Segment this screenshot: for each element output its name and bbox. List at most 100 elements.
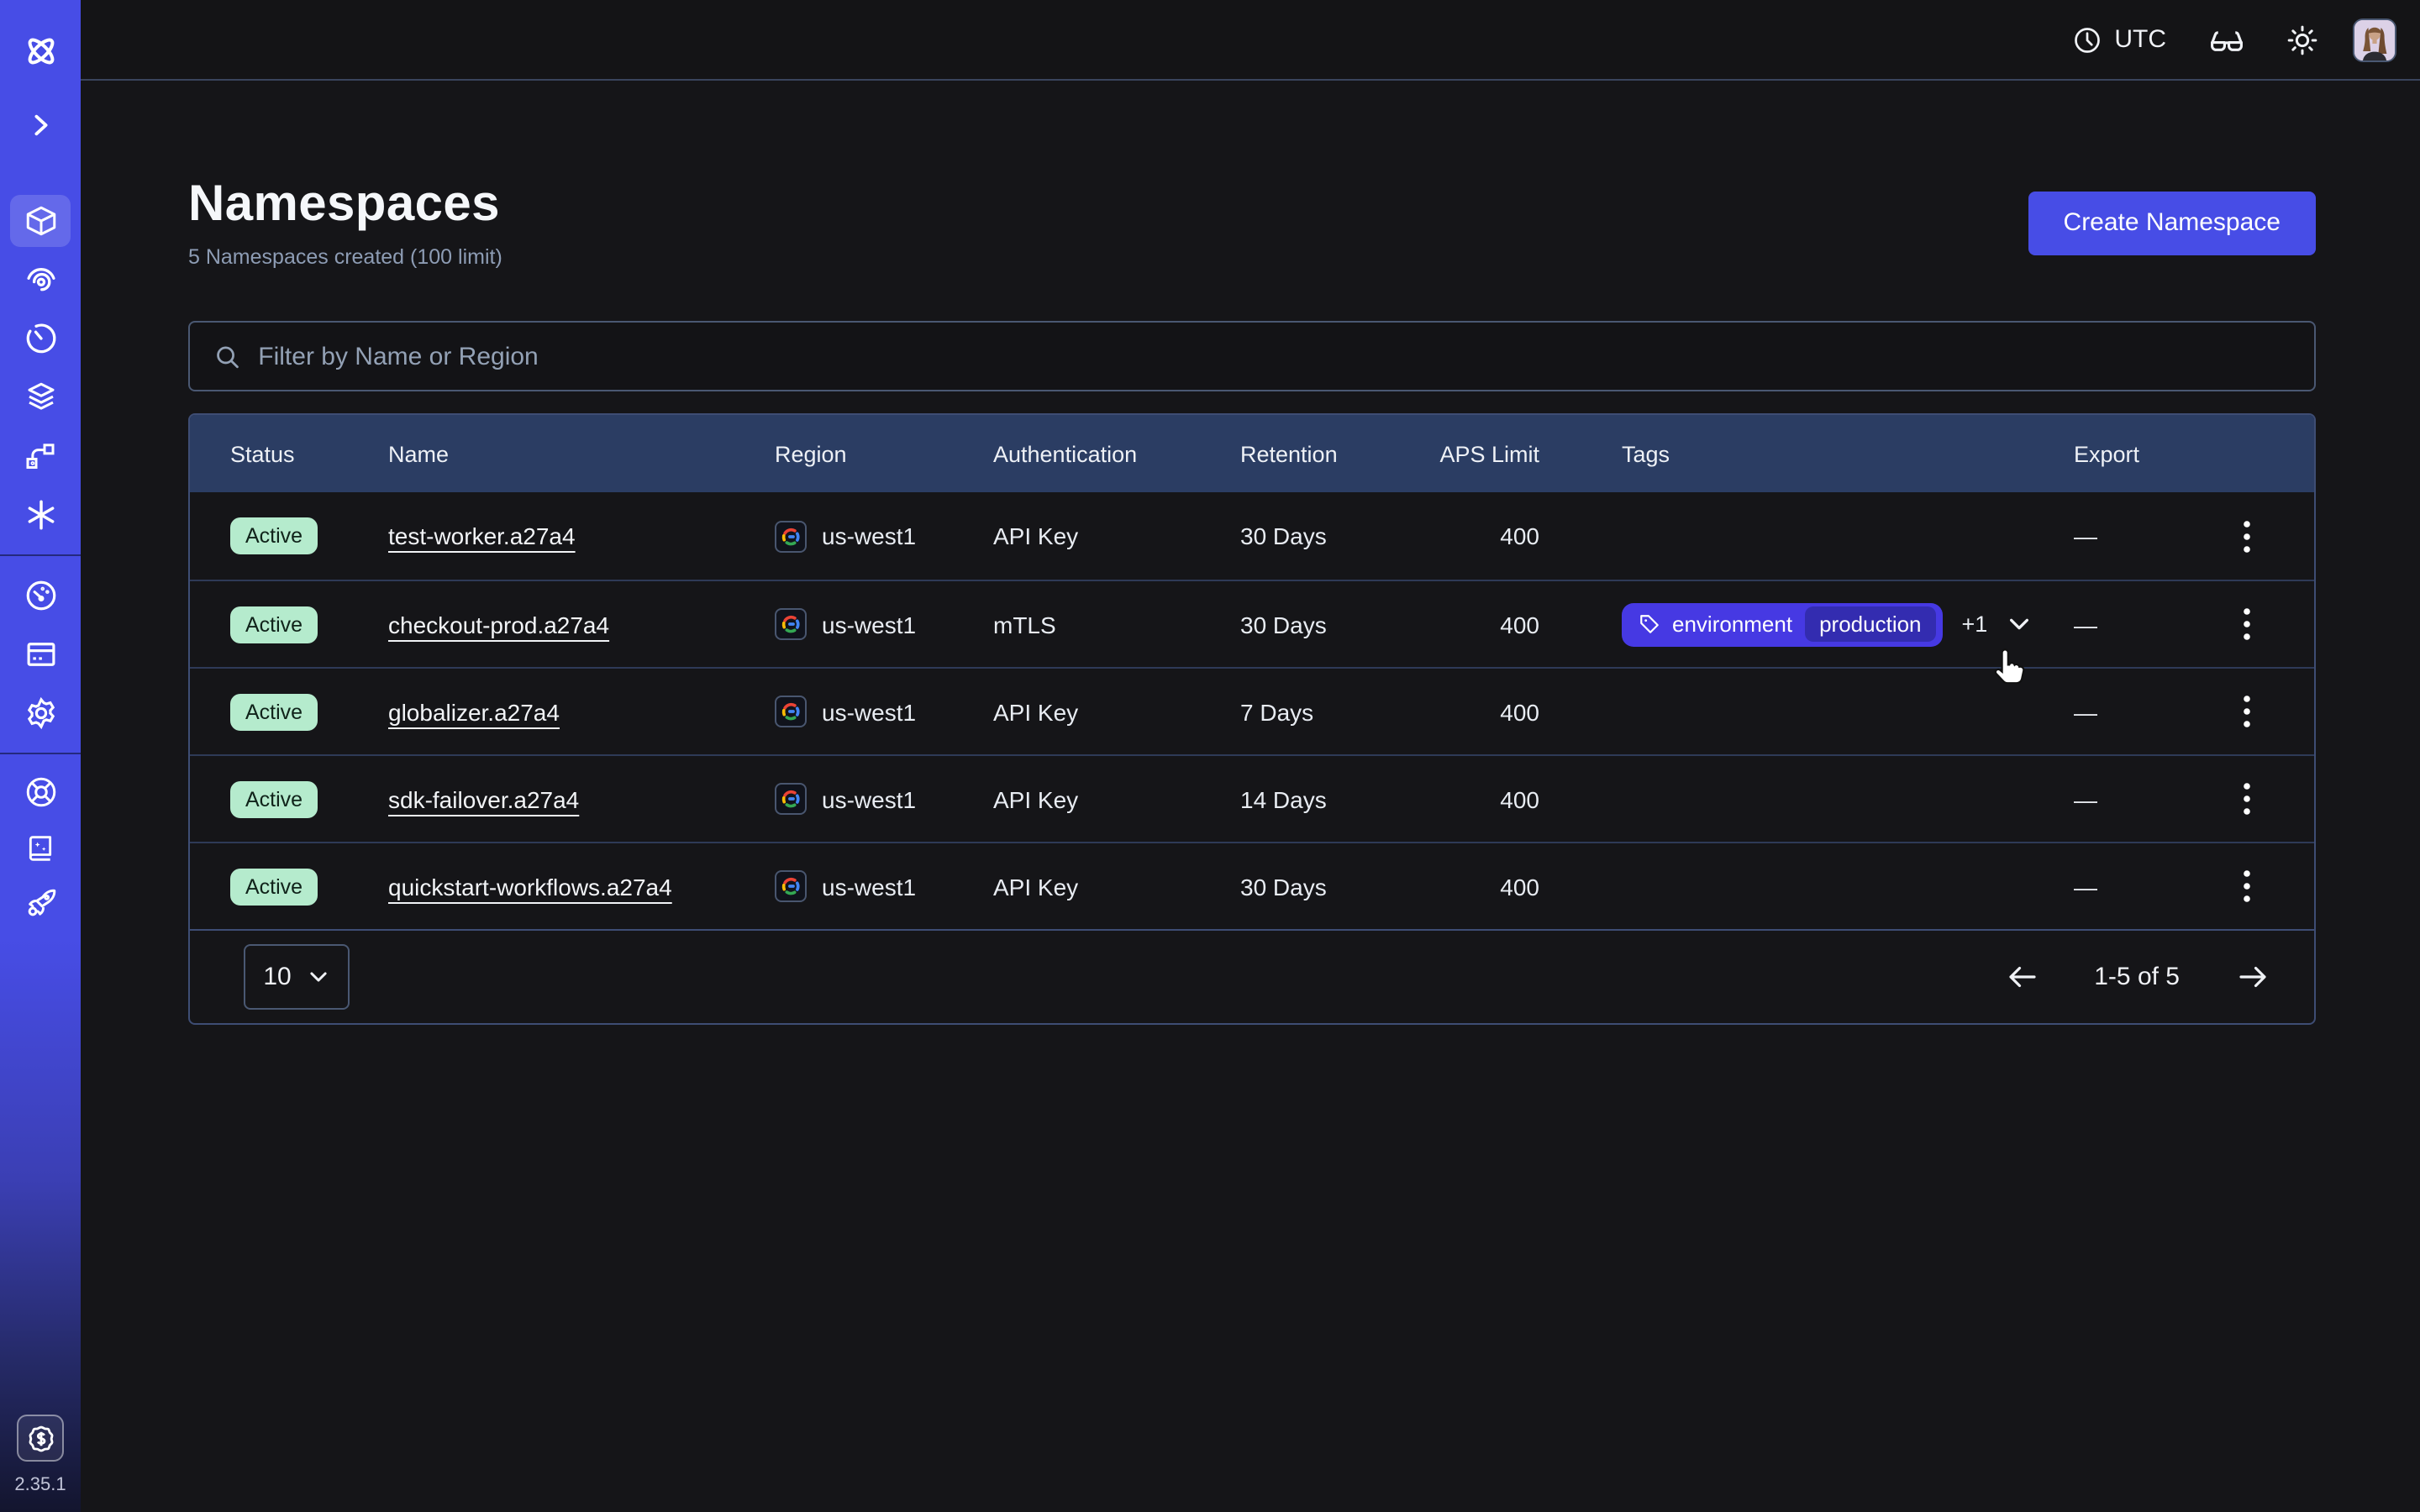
region-cell: us-west1 — [775, 608, 993, 640]
page-size-select[interactable]: 10 — [244, 944, 350, 1010]
sidebar-item-support[interactable] — [0, 764, 81, 820]
previous-page-button[interactable] — [2000, 955, 2044, 999]
page-subtitle: 5 Namespaces created (100 limit) — [188, 245, 502, 269]
export-cell: — — [2074, 688, 2274, 735]
sidebar-item-docs[interactable] — [0, 820, 81, 875]
credits-button[interactable] — [17, 1415, 64, 1462]
export-cell: — — [2074, 512, 2274, 559]
app-window: 2.35.1 UTC — [0, 0, 2420, 1512]
tag-key: environment — [1672, 612, 1792, 637]
pagination-range: 1-5 of 5 — [2094, 963, 2180, 991]
tag-value: production — [1804, 606, 1936, 642]
appearance-button[interactable] — [2202, 14, 2252, 65]
table-row: Active test-worker.a27a4 us-west1 API Ke… — [190, 492, 2314, 580]
col-region: Region — [775, 441, 993, 466]
page-size-value: 10 — [263, 963, 291, 991]
sidebar-divider — [0, 753, 81, 754]
theme-toggle-button[interactable] — [2277, 14, 2328, 65]
row-menu-button[interactable] — [2227, 512, 2267, 559]
namespace-link[interactable]: test-worker.a27a4 — [388, 522, 576, 549]
tags-expand-chevron-icon[interactable] — [2006, 612, 2031, 637]
namespaces-table: Status Name Region Authentication Retent… — [188, 413, 2316, 1025]
name-cell: test-worker.a27a4 — [388, 522, 775, 549]
row-menu-button[interactable] — [2227, 775, 2267, 822]
arrow-right-icon — [2234, 959, 2270, 995]
export-value: — — [2074, 873, 2097, 900]
asterisk-icon — [23, 497, 58, 533]
filter-input[interactable] — [258, 342, 2291, 370]
status-badge: Active — [230, 606, 318, 643]
temporal-logo-icon — [21, 32, 60, 71]
table-footer: 10 1-5 of 5 — [190, 929, 2314, 1023]
clock-icon — [2072, 24, 2102, 55]
gauge-icon — [23, 578, 58, 613]
col-tags: Tags — [1539, 441, 2074, 466]
retention-cell: 30 Days — [1240, 873, 1383, 900]
kebab-icon — [2244, 783, 2250, 815]
region-name: us-west1 — [822, 522, 916, 549]
export-cell: — — [2074, 601, 2274, 648]
export-value: — — [2074, 611, 2097, 638]
aps-limit-cell: 400 — [1383, 611, 1539, 638]
namespace-link[interactable]: globalizer.a27a4 — [388, 698, 560, 725]
namespace-link[interactable]: quickstart-workflows.a27a4 — [388, 873, 672, 900]
next-page-button[interactable] — [2230, 955, 2274, 999]
sidebar-item-settings[interactable] — [0, 684, 81, 743]
region-name: us-west1 — [822, 785, 916, 812]
page-title: Namespaces — [188, 176, 502, 234]
sidebar-item-getting-started[interactable] — [0, 875, 81, 931]
table-row: Active globalizer.a27a4 us-west1 API Key… — [190, 667, 2314, 754]
auth-cell: API Key — [993, 698, 1240, 725]
namespace-link[interactable]: sdk-failover.a27a4 — [388, 785, 579, 812]
export-value: — — [2074, 522, 2097, 549]
tag-icon — [1639, 613, 1660, 635]
timezone-button[interactable]: UTC — [2062, 18, 2176, 61]
row-menu-button[interactable] — [2227, 863, 2267, 910]
status-cell: Active — [230, 693, 388, 730]
status-badge: Active — [230, 693, 318, 730]
retention-cell: 30 Days — [1240, 611, 1383, 638]
chevron-right-icon — [28, 113, 53, 138]
tag-pill[interactable]: environment production — [1622, 602, 1944, 646]
sidebar-item-billing[interactable] — [0, 625, 81, 684]
sidebar-item-namespaces[interactable] — [0, 192, 81, 250]
sidebar-item-usage[interactable] — [0, 566, 81, 625]
kebab-icon — [2244, 520, 2250, 552]
layers-icon — [23, 380, 58, 415]
name-cell: checkout-prod.a27a4 — [388, 611, 775, 638]
sidebar-item-nexus[interactable] — [0, 427, 81, 486]
sidebar-expand-button[interactable] — [0, 96, 81, 155]
sidebar-divider — [0, 554, 81, 556]
row-menu-button[interactable] — [2227, 601, 2267, 648]
cube-icon — [23, 203, 58, 239]
col-aps-limit: APS Limit — [1383, 441, 1539, 466]
region-name: us-west1 — [822, 698, 916, 725]
aps-limit-cell: 400 — [1383, 522, 1539, 549]
table-row: Active checkout-prod.a27a4 us-west1 mTLS… — [190, 580, 2314, 667]
aps-limit-cell: 400 — [1383, 698, 1539, 725]
namespace-link[interactable]: checkout-prod.a27a4 — [388, 611, 609, 638]
tag-group: environment production +1 — [1622, 602, 2031, 646]
region-name: us-west1 — [822, 873, 916, 900]
auth-cell: mTLS — [993, 611, 1240, 638]
sidebar-item-deployments[interactable] — [0, 368, 81, 427]
retention-cell: 7 Days — [1240, 698, 1383, 725]
retention-cell: 14 Days — [1240, 785, 1383, 812]
temporal-logo[interactable] — [0, 22, 81, 81]
sidebar-item-batch[interactable] — [0, 486, 81, 544]
kebab-icon — [2244, 696, 2250, 727]
avatar-image — [2354, 19, 2395, 60]
create-namespace-button[interactable]: Create Namespace — [2028, 191, 2316, 255]
region-cell: us-west1 — [775, 520, 993, 552]
user-avatar[interactable] — [2353, 18, 2396, 61]
tag-more-count: +1 — [1962, 612, 1988, 637]
table-row: Active quickstart-workflows.a27a4 us-wes… — [190, 842, 2314, 929]
table-body: Active test-worker.a27a4 us-west1 API Ke… — [190, 492, 2314, 929]
name-cell: quickstart-workflows.a27a4 — [388, 873, 775, 900]
sun-icon — [2286, 23, 2319, 56]
row-menu-button[interactable] — [2227, 688, 2267, 735]
sidebar-item-schedules[interactable] — [0, 309, 81, 368]
col-export: Export — [2074, 441, 2274, 466]
main-content: Namespaces 5 Namespaces created (100 lim… — [81, 81, 2420, 1512]
sidebar-item-workflows[interactable] — [0, 250, 81, 309]
